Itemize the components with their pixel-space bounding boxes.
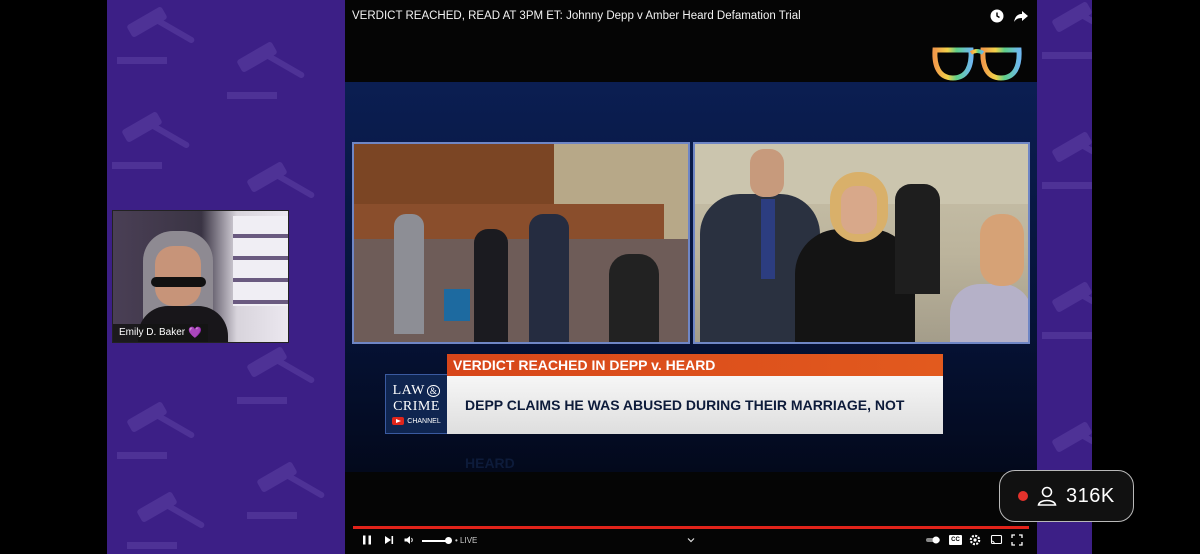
share-arrow-icon[interactable]: [1013, 8, 1029, 24]
volume-slider-knob[interactable]: [445, 537, 452, 544]
live-viewer-count-pill[interactable]: 316K: [999, 470, 1134, 522]
gavel-watermark-icon: [112, 112, 190, 169]
cast-icon[interactable]: [990, 534, 1003, 546]
gavel-watermark-icon: [247, 462, 325, 519]
gavel-watermark-icon: [127, 492, 205, 549]
streamer-name: Emily D. Baker: [119, 327, 186, 338]
player-top-actions: [989, 8, 1029, 24]
live-dot-icon: [1018, 491, 1028, 501]
gavel-watermark-icon: [117, 402, 195, 459]
viewer-count: 316K: [1066, 484, 1115, 507]
autoplay-toggle-icon[interactable]: [925, 534, 941, 546]
chevron-down-icon[interactable]: [686, 534, 696, 546]
logo-ampersand: &: [426, 385, 441, 397]
volume-icon[interactable]: [403, 534, 415, 546]
gavel-watermark-icon: [117, 7, 195, 64]
law-and-crime-logo: LAW & CRIME CHANNEL: [385, 374, 448, 434]
gavel-watermark-icon: [1042, 2, 1092, 59]
gavel-watermark-icon: [1042, 132, 1092, 189]
fullscreen-icon[interactable]: [1011, 534, 1023, 546]
headline-banner: VERDICT REACHED IN DEPP v. HEARD: [447, 354, 943, 376]
gavel-watermark-icon: [227, 42, 305, 99]
logo-channel-label: CHANNEL: [407, 417, 441, 425]
youtube-play-icon: [392, 417, 405, 425]
streamer-webcam: Emily D. Baker 💜: [112, 210, 289, 343]
video-player[interactable]: VERDICT REACHED, READ AT 3PM ET: Johnny …: [345, 0, 1037, 554]
logo-word-law: LAW: [392, 383, 425, 398]
closed-captions-button[interactable]: CC: [949, 535, 962, 545]
channel-glasses-logo-icon: [932, 47, 1022, 81]
broadcast-lower-third: LAW & CRIME CHANNEL VERDICT REACHED IN DE…: [385, 354, 943, 471]
logo-word-crime: CRIME: [393, 399, 440, 414]
video-progress-bar[interactable]: [353, 526, 1029, 529]
live-indicator[interactable]: • LIVE: [455, 536, 477, 545]
watch-later-clock-icon[interactable]: [989, 8, 1005, 24]
video-title[interactable]: VERDICT REACHED, READ AT 3PM ET: Johnny …: [352, 10, 801, 22]
settings-gear-icon[interactable]: [969, 534, 981, 546]
gavel-watermark-icon: [1042, 282, 1092, 339]
purple-heart-icon: 💜: [188, 327, 202, 339]
next-video-icon[interactable]: [383, 534, 395, 546]
broadcast-feed: LAW & CRIME CHANNEL VERDICT REACHED IN DE…: [345, 82, 1037, 472]
streamer-name-tag: Emily D. Baker 💜: [113, 324, 208, 342]
courtroom-camera-left: [352, 142, 690, 344]
player-controls: • LIVE CC: [345, 532, 1037, 550]
subheadline-banner: DEPP CLAIMS HE WAS ABUSED DURING THEIR M…: [447, 376, 943, 471]
gavel-watermark-icon: [237, 347, 315, 404]
person-icon: [1037, 486, 1057, 506]
pause-icon[interactable]: [361, 534, 373, 546]
courtroom-camera-right: [693, 142, 1030, 344]
